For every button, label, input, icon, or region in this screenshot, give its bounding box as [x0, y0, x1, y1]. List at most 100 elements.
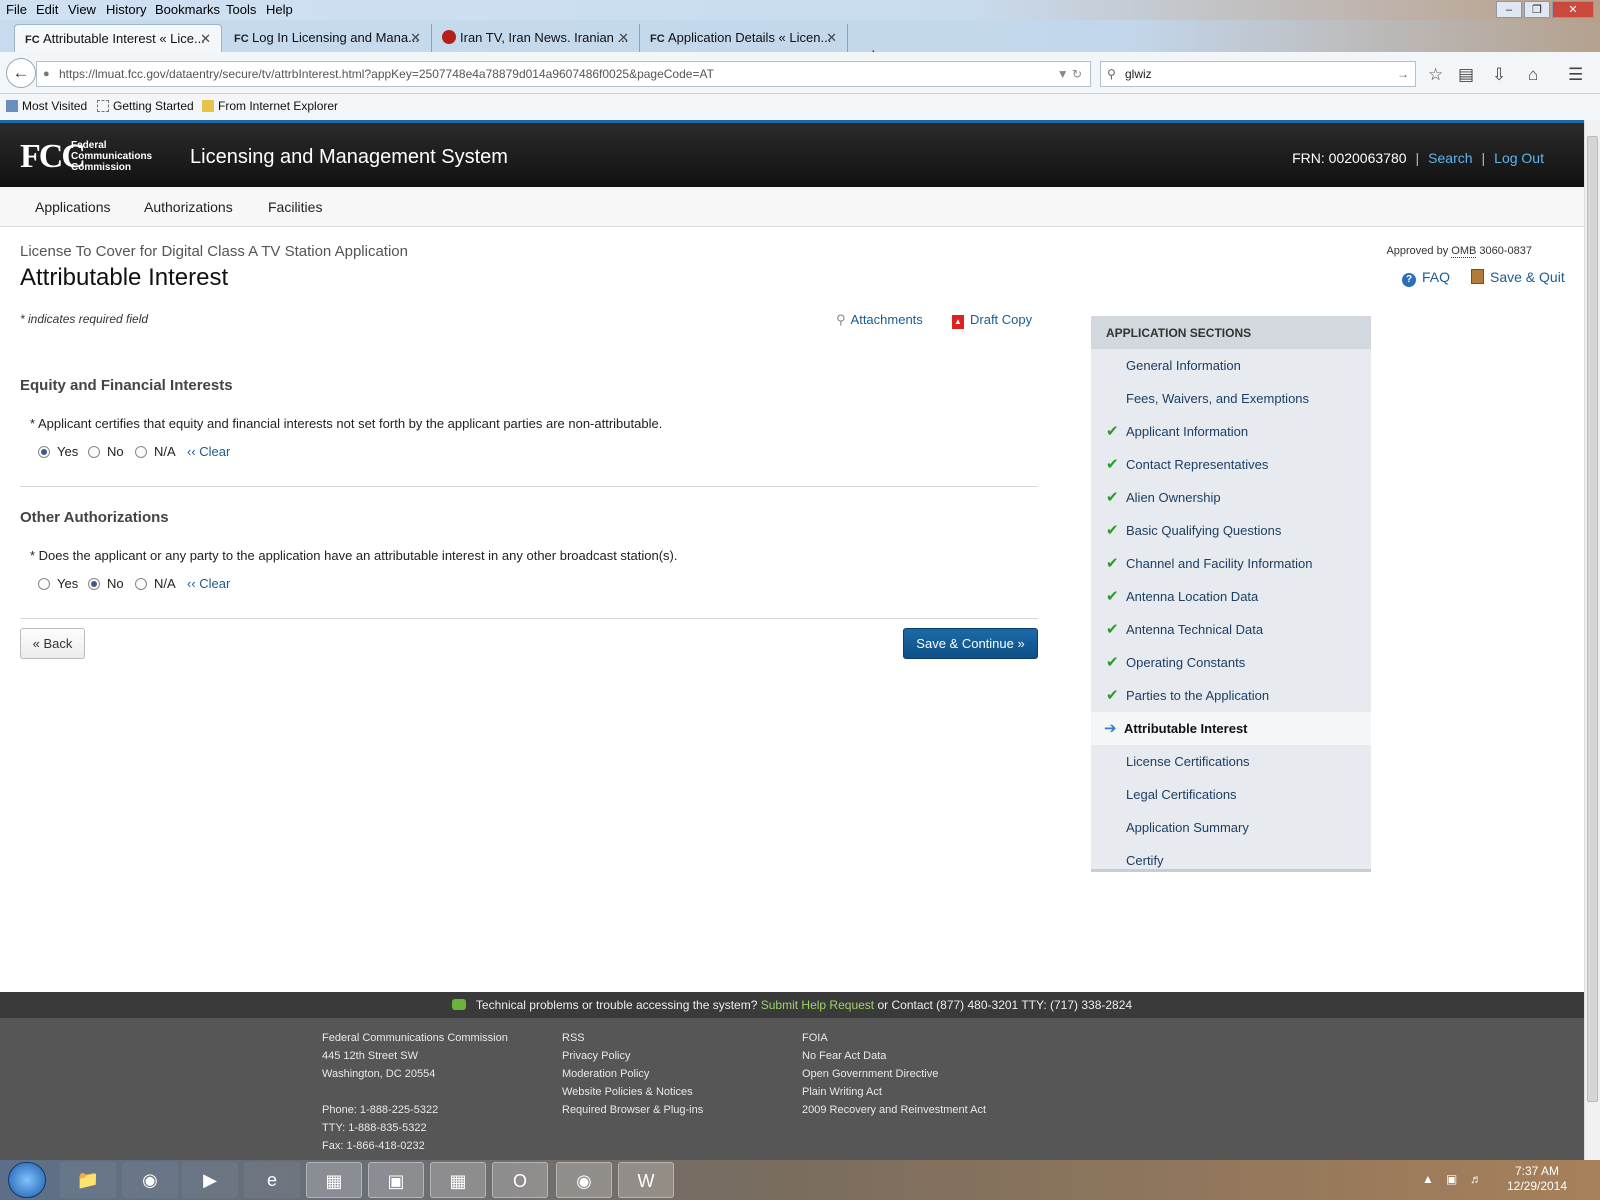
submit-help-request-link[interactable]: Submit Help Request — [761, 998, 874, 1012]
radio-button[interactable] — [135, 446, 147, 458]
section-nav-item[interactable]: ✔ Applicant Information — [1091, 415, 1371, 448]
browser-back-icon[interactable]: ← — [6, 58, 36, 88]
search-link[interactable]: Search — [1428, 150, 1472, 166]
reload-icon[interactable]: ▼ ↻ — [1057, 62, 1082, 86]
search-go-icon[interactable]: → — [1397, 62, 1409, 86]
radio-other-yes[interactable]: Yes — [38, 576, 78, 591]
close-window-icon[interactable]: ✕ — [1552, 1, 1594, 18]
radio-equity-yes[interactable]: Yes — [38, 444, 78, 459]
nav-facilities[interactable]: Facilities — [268, 199, 322, 215]
draft-copy-link[interactable]: ▲ Draft Copy — [952, 312, 1032, 329]
browser-tab-application-details[interactable]: FC Application Details « Licen... ✕ — [640, 24, 848, 52]
firefox-icon[interactable]: ◉ — [556, 1162, 612, 1198]
home-icon[interactable]: ⌂ — [1528, 65, 1538, 85]
attachments-link[interactable]: ⚲ Attachments — [836, 312, 923, 328]
radio-equity-no[interactable]: No — [88, 444, 124, 459]
menu-view[interactable]: View — [68, 2, 96, 17]
faq-link[interactable]: ? FAQ — [1402, 269, 1450, 287]
clock[interactable]: 7:37 AM 12/29/2014 — [1502, 1164, 1572, 1194]
section-nav-item[interactable]: License Certifications — [1091, 745, 1371, 778]
section-nav-item[interactable]: General Information — [1091, 349, 1371, 382]
network-tool-icon[interactable]: ▣ — [368, 1162, 424, 1198]
section-nav-item[interactable]: Legal Certifications — [1091, 778, 1371, 811]
bookmark-most-visited[interactable]: Most Visited — [6, 99, 87, 113]
footer-link[interactable]: No Fear Act Data — [802, 1047, 986, 1065]
section-nav-item[interactable]: ✔ Antenna Technical Data — [1091, 613, 1371, 646]
section-nav-item[interactable]: ✔ Antenna Location Data — [1091, 580, 1371, 613]
section-nav-item[interactable]: ✔ Parties to the Application — [1091, 679, 1371, 712]
vertical-scrollbar[interactable] — [1584, 120, 1600, 1160]
menu-bookmarks[interactable]: Bookmarks — [155, 2, 220, 17]
bookmark-getting-started[interactable]: Getting Started — [97, 99, 194, 113]
remote-desktop-icon[interactable]: ▦ — [306, 1162, 362, 1198]
footer-link[interactable]: RSS — [562, 1029, 703, 1047]
minimize-icon[interactable]: – — [1496, 1, 1522, 18]
menu-file[interactable]: File — [6, 2, 27, 17]
footer-link[interactable]: Privacy Policy — [562, 1047, 703, 1065]
logout-link[interactable]: Log Out — [1494, 150, 1544, 166]
calculator-icon[interactable]: ▦ — [430, 1162, 486, 1198]
menu-edit[interactable]: Edit — [36, 2, 58, 17]
restore-icon[interactable]: ❐ — [1524, 1, 1550, 18]
scrollbar-thumb[interactable] — [1587, 136, 1598, 1102]
section-nav-item[interactable]: ➔ Attributable Interest — [1091, 712, 1371, 745]
section-nav-item[interactable]: Fees, Waivers, and Exemptions — [1091, 382, 1371, 415]
radio-other-no[interactable]: No — [88, 576, 124, 591]
radio-other-na[interactable]: N/A — [135, 576, 176, 591]
save-quit-link[interactable]: Save & Quit — [1471, 269, 1565, 285]
windows-explorer-icon[interactable]: 📁 — [60, 1162, 116, 1198]
footer-link[interactable]: Plain Writing Act — [802, 1083, 986, 1101]
tab-close-icon[interactable]: ✕ — [618, 30, 629, 46]
browser-tab-login[interactable]: FC Log In Licensing and Mana... ✕ — [224, 24, 432, 52]
browser-tab-iran-tv[interactable]: Iran TV, Iran News. Iranian ... ✕ — [432, 24, 640, 52]
save-continue-button[interactable]: Save & Continue » — [903, 628, 1038, 659]
browser-tab-attributable-interest[interactable]: FC Attributable Interest « Lice... ✕ — [14, 24, 222, 52]
clear-link-equity[interactable]: ‹‹ Clear — [187, 444, 230, 459]
back-button[interactable]: « Back — [20, 628, 85, 659]
section-nav-item[interactable]: Application Summary — [1091, 811, 1371, 844]
radio-equity-na[interactable]: N/A — [135, 444, 176, 459]
reading-list-icon[interactable]: ▤ — [1458, 65, 1474, 85]
bookmark-from-ie[interactable]: From Internet Explorer — [202, 99, 338, 113]
radio-button-checked[interactable] — [38, 446, 50, 458]
chrome-icon[interactable]: ◉ — [122, 1162, 178, 1198]
section-nav-item[interactable]: ✔ Operating Constants — [1091, 646, 1371, 679]
footer-link[interactable]: 2009 Recovery and Reinvestment Act — [802, 1101, 986, 1119]
media-player-icon[interactable]: ▶ — [182, 1162, 238, 1198]
footer-link[interactable]: Website Policies & Notices — [562, 1083, 703, 1101]
url-bar[interactable]: ● https://lmuat.fcc.gov/dataentry/secure… — [36, 61, 1091, 87]
section-nav-item[interactable]: Certify — [1091, 844, 1371, 877]
clear-link-other-authorizations[interactable]: ‹‹ Clear — [187, 576, 230, 591]
start-button-icon[interactable] — [8, 1162, 46, 1198]
nav-applications[interactable]: Applications — [35, 199, 111, 215]
footer-link[interactable]: Open Government Directive — [802, 1065, 986, 1083]
radio-button-checked[interactable] — [88, 578, 100, 590]
menu-history[interactable]: History — [106, 2, 146, 17]
section-nav-item[interactable]: ✔ Basic Qualifying Questions — [1091, 514, 1371, 547]
bookmark-star-icon[interactable]: ☆ — [1428, 65, 1443, 85]
footer-link[interactable]: Moderation Policy — [562, 1065, 703, 1083]
footer-link[interactable]: Required Browser & Plug-ins — [562, 1101, 703, 1119]
radio-button[interactable] — [135, 578, 147, 590]
browser-search-field[interactable]: ⚲ glwiz → — [1100, 61, 1416, 87]
section-nav-item[interactable]: ✔ Alien Ownership — [1091, 481, 1371, 514]
section-nav-item[interactable]: ✔ Channel and Facility Information — [1091, 547, 1371, 580]
radio-button[interactable] — [88, 446, 100, 458]
tray-expand-icon[interactable]: ▲ — [1422, 1172, 1434, 1186]
radio-button[interactable] — [38, 578, 50, 590]
tab-close-icon[interactable]: ✕ — [200, 31, 211, 47]
outlook-icon[interactable]: O — [492, 1162, 548, 1198]
downloads-icon[interactable]: ⇩ — [1492, 65, 1506, 85]
section-nav-item[interactable]: ✔ Contact Representatives — [1091, 448, 1371, 481]
word-icon[interactable]: W — [618, 1162, 674, 1198]
footer-link[interactable]: FOIA — [802, 1029, 986, 1047]
menu-help[interactable]: Help — [266, 2, 293, 17]
tab-close-icon[interactable]: ✕ — [826, 30, 837, 46]
tab-close-icon[interactable]: ✕ — [410, 30, 421, 46]
hamburger-menu-icon[interactable]: ☰ — [1568, 65, 1583, 85]
volume-icon[interactable]: ♬ — [1470, 1172, 1482, 1186]
internet-explorer-icon[interactable]: e — [244, 1162, 300, 1198]
nav-authorizations[interactable]: Authorizations — [144, 199, 233, 215]
network-tray-icon[interactable]: ▣ — [1446, 1172, 1457, 1186]
menu-tools[interactable]: Tools — [226, 2, 256, 17]
